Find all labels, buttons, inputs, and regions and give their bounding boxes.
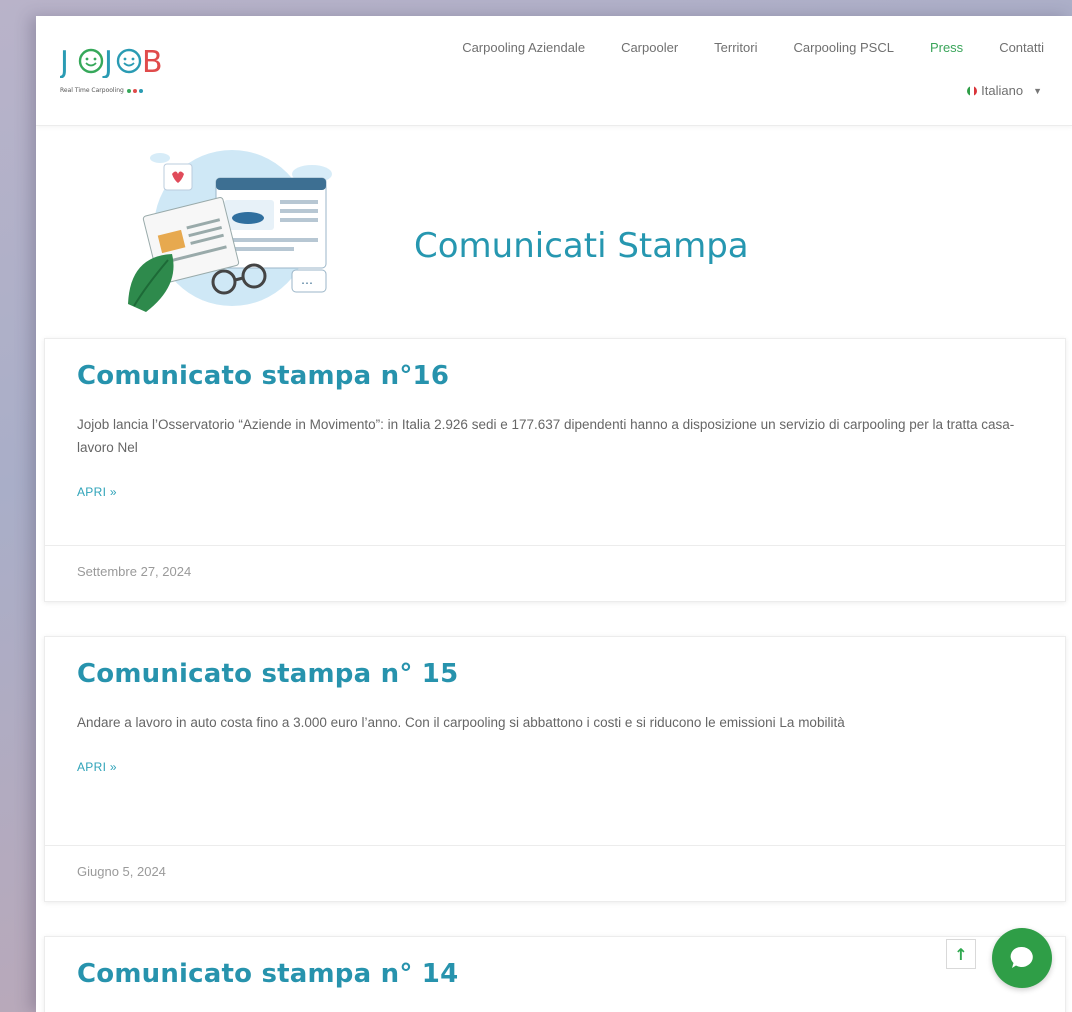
site-header: J J B Real Time Carpooling Carpooling Az… (36, 16, 1072, 126)
post-card: Comunicato stampa n° 15 Andare a lavoro … (44, 636, 1066, 902)
post-title[interactable]: Comunicato stampa n° 14 (77, 959, 1033, 989)
nav-carpooler[interactable]: Carpooler (621, 40, 678, 55)
main-nav: Carpooling Aziendale Carpooler Territori… (462, 40, 1044, 55)
logo-wordmark: J J B (58, 44, 178, 85)
jojob-logo[interactable]: J J B Real Time Carpooling (58, 44, 178, 94)
chat-bubble-icon (1010, 946, 1033, 968)
post-card: Comunicato stampa n° 14 (44, 936, 1066, 1012)
caret-down-icon: ▼ (1033, 85, 1042, 96)
read-more-link[interactable]: APRI » (77, 485, 117, 499)
svg-text:B: B (142, 45, 164, 78)
svg-text:J: J (60, 45, 70, 78)
logo-tagline: Real Time Carpooling (60, 87, 178, 94)
post-excerpt: Andare a lavoro in auto costa fino a 3.0… (77, 715, 845, 730)
page: J J B Real Time Carpooling Carpooling Az… (36, 16, 1072, 1012)
post-title[interactable]: Comunicato stampa n°16 (77, 361, 1033, 391)
nav-territori[interactable]: Territori (714, 40, 757, 55)
language-selector[interactable]: Italiano ▼ (967, 83, 1042, 98)
language-label: Italiano (981, 83, 1024, 98)
logo-mark-icon: J J B (58, 45, 164, 80)
post-date: Settembre 27, 2024 (45, 545, 1065, 601)
post-excerpt: Jojob lancia l’Osservatorio “Aziende in … (77, 417, 1015, 455)
post-date: Giugno 5, 2024 (45, 845, 1065, 901)
svg-text:…: … (301, 273, 313, 287)
page-title: Comunicati Stampa (414, 226, 749, 266)
nav-press[interactable]: Press (930, 40, 963, 55)
read-more-link[interactable]: APRI » (77, 760, 117, 774)
tricolor-dots-icon (126, 88, 143, 93)
press-news-illustration: … (128, 150, 332, 312)
nav-contatti[interactable]: Contatti (999, 40, 1044, 55)
post-card: Comunicato stampa n°16 Jojob lancia l’Os… (44, 338, 1066, 602)
scroll-to-top-button[interactable]: ↑ (946, 939, 976, 969)
nav-carpooling-pscl[interactable]: Carpooling PSCL (794, 40, 894, 55)
italy-flag-icon (967, 85, 978, 96)
chat-button[interactable] (992, 928, 1052, 988)
hero-section: … Comunicati Stampa (36, 126, 1072, 336)
nav-carpooling-aziendale[interactable]: Carpooling Aziendale (462, 40, 585, 55)
post-title[interactable]: Comunicato stampa n° 15 (77, 659, 1033, 689)
svg-text:J: J (102, 45, 114, 78)
arrow-up-icon: ↑ (954, 944, 968, 964)
